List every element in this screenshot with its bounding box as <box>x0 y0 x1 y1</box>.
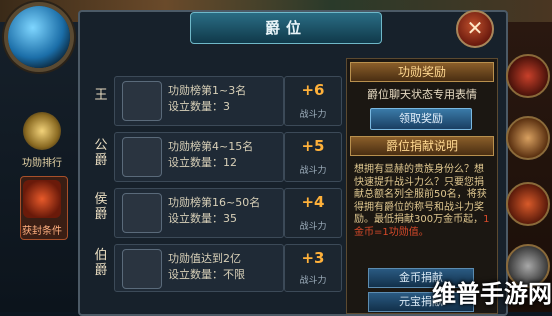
power-label: 战斗力 <box>299 110 327 120</box>
rank-condition: 功勋值达到2亿 <box>168 252 241 265</box>
watermark-text: 维普手游网 <box>432 280 552 308</box>
rank-name: 侯爵 <box>94 192 108 222</box>
panel-title: 爵位 <box>190 12 382 44</box>
power-label: 战斗力 <box>299 166 327 176</box>
power-label: 战斗力 <box>299 222 327 232</box>
power-box: +3 战斗力 <box>284 244 342 292</box>
minimap-orb-icon[interactable] <box>8 6 70 68</box>
rank-quota: 设立数量：不限 <box>168 268 245 281</box>
rank-name: 公爵 <box>94 138 108 168</box>
power-box: +4 战斗力 <box>284 188 342 238</box>
donate-heading: 爵位捐献说明 <box>350 136 494 156</box>
bag-icon[interactable] <box>506 116 550 160</box>
reward-description: 爵位聊天状态专用表情 <box>367 88 477 101</box>
crest-icon <box>23 180 61 218</box>
marquis-badge-icon <box>122 193 162 233</box>
rank-quota: 设立数量：35 <box>168 212 237 225</box>
menu-item-label: 获封条件 <box>22 226 62 237</box>
close-button[interactable]: ✕ <box>456 10 494 48</box>
claim-reward-button[interactable]: 领取奖励 <box>370 108 472 130</box>
rank-condition: 功勋榜第1~3名 <box>168 84 247 97</box>
menu-item-conditions[interactable]: 获封条件 <box>14 180 70 244</box>
sun-medal-icon <box>23 112 61 150</box>
fire-bird-icon[interactable] <box>506 182 550 226</box>
power-value: +3 <box>301 249 325 267</box>
menu-item-label: 功勋排行 <box>22 158 62 169</box>
helmet-icon[interactable] <box>506 54 550 98</box>
king-badge-icon <box>122 81 162 121</box>
rank-name: 王 <box>94 88 108 103</box>
rank-condition: 功勋榜第16~50名 <box>168 196 261 209</box>
power-value: +4 <box>301 193 325 211</box>
power-value: +5 <box>301 137 325 155</box>
reward-heading: 功勋奖励 <box>350 62 494 82</box>
rank-condition: 功勋榜第4~15名 <box>168 140 254 153</box>
power-label: 战斗力 <box>299 276 327 286</box>
earl-badge-icon <box>122 249 162 289</box>
power-box: +5 战斗力 <box>284 132 342 182</box>
rank-name: 伯爵 <box>94 248 108 278</box>
rank-quota: 设立数量：12 <box>168 156 237 169</box>
power-value: +6 <box>301 81 325 99</box>
duke-badge-icon <box>122 137 162 177</box>
menu-item-merit-ranking[interactable]: 功勋排行 <box>14 112 70 176</box>
power-box: +6 战斗力 <box>284 76 342 126</box>
donate-description: 想拥有显赫的贵族身份么？想快速提升战斗力么？只要您捐献总额名列全服前50名，将获… <box>354 164 492 239</box>
donate-rule-a: 最低捐献300万金币起， <box>374 214 484 225</box>
rank-quota: 设立数量：3 <box>168 100 230 113</box>
